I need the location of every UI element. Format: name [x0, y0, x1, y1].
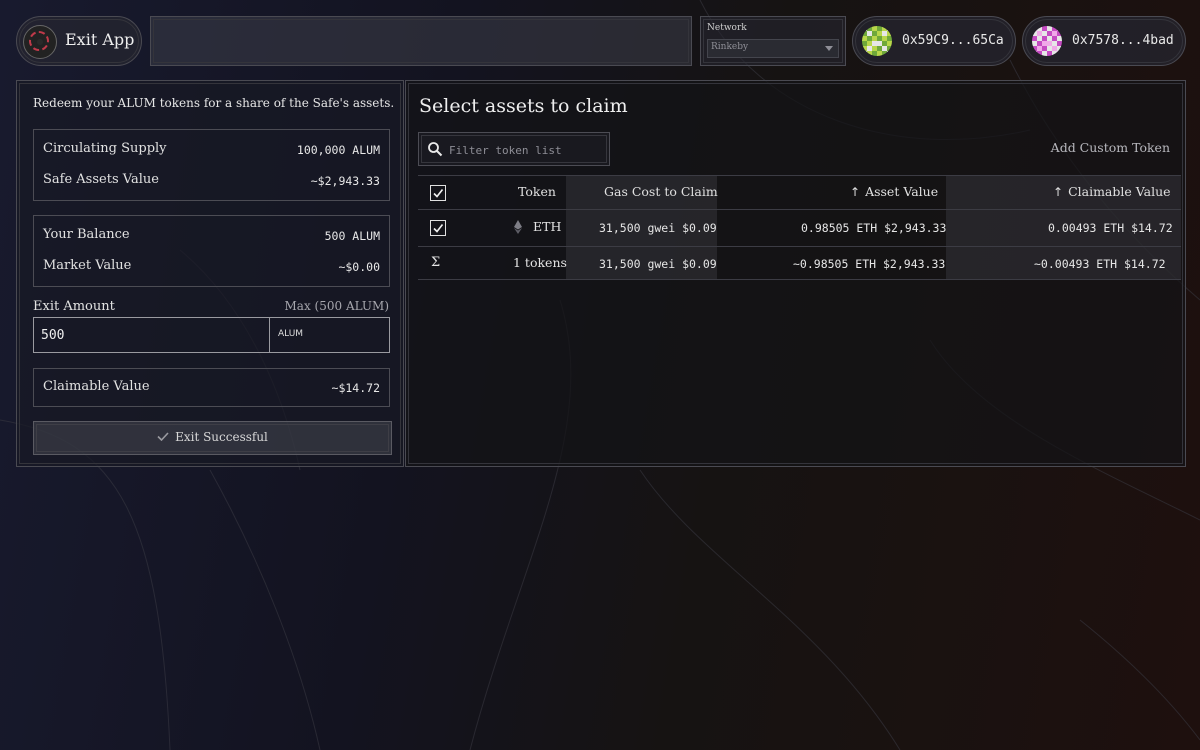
- add-custom-token-link[interactable]: Add Custom Token: [1051, 140, 1170, 155]
- token-filter: [418, 132, 610, 166]
- account-button-2[interactable]: 0x7578...4bad: [1022, 16, 1186, 66]
- gas-cost-value: 31,500 gwei $0.09: [599, 221, 717, 235]
- claimable-value-label: Claimable Value: [43, 379, 150, 394]
- claimable-value-box: Claimable Value ~$14.72: [33, 368, 390, 407]
- network-selector: Network Rinkeby: [700, 16, 846, 66]
- claimable-value-amount: ~$14.72: [331, 381, 380, 395]
- sum-icon: Σ: [431, 255, 441, 270]
- asset-value: 0.98505 ETH $2,943.33: [801, 221, 947, 235]
- total-asset-value: ~0.98505 ETH $2,943.33: [793, 257, 946, 271]
- chevron-down-icon: [825, 46, 833, 51]
- avatar-identicon-icon: [862, 26, 892, 56]
- asset-value-column-header: Asset Value: [865, 184, 939, 199]
- claimable-value-column-header: Claimable Value: [1068, 184, 1171, 199]
- exit-button-label: Exit Successful: [175, 430, 268, 444]
- account-button-1[interactable]: 0x59C9...65Ca: [852, 16, 1016, 66]
- checkmark-icon: [157, 432, 169, 441]
- claimable-value: 0.00493 ETH $14.72: [1048, 221, 1173, 235]
- redeem-intro-text: Redeem your ALUM tokens for a share of t…: [33, 96, 395, 110]
- safe-assets-label: Safe Assets Value: [43, 172, 159, 187]
- top-banner: [150, 16, 692, 66]
- filter-token-input[interactable]: [447, 139, 606, 161]
- claim-assets-panel: Select assets to claim Add Custom Token …: [405, 80, 1186, 467]
- market-value-label: Market Value: [43, 258, 132, 273]
- arrow-up-icon: ↑: [850, 185, 861, 199]
- safe-assets-value: ~$2,943.33: [310, 174, 380, 188]
- supply-summary-box: Circulating Supply 100,000 ALUM Safe Ass…: [33, 129, 390, 201]
- ethereum-icon: [514, 220, 522, 234]
- total-gas-cost: 31,500 gwei $0.09: [599, 257, 717, 271]
- claim-assets-title: Select assets to claim: [419, 95, 628, 117]
- network-label: Network: [707, 23, 747, 33]
- your-balance-value: 500 ALUM: [324, 229, 380, 243]
- checkmark-icon: [433, 189, 444, 198]
- circulating-supply-label: Circulating Supply: [43, 141, 167, 156]
- max-amount-link[interactable]: Max (500 ALUM): [285, 299, 389, 313]
- select-all-checkbox[interactable]: [430, 185, 446, 201]
- table-total-row: Σ 1 tokens 31,500 gwei $0.09 ~0.98505 ET…: [418, 247, 1181, 280]
- exit-amount-field: ALUM: [33, 317, 390, 353]
- exit-successful-button[interactable]: Exit Successful: [33, 421, 392, 455]
- checkmark-icon: [433, 224, 444, 233]
- circulating-supply-value: 100,000 ALUM: [296, 143, 380, 157]
- table-header-row: Token Gas Cost to Claim ↑ Asset Value ↑ Cl…: [418, 175, 1181, 210]
- balance-summary-box: Your Balance 500 ALUM Market Value ~$0.0…: [33, 215, 390, 287]
- arrow-up-icon: ↑: [1053, 185, 1064, 199]
- your-balance-label: Your Balance: [43, 227, 130, 242]
- exit-app-label: Exit App: [65, 30, 135, 49]
- table-row[interactable]: ETH 31,500 gwei $0.09 0.98505 ETH $2,943…: [418, 209, 1181, 247]
- row-select-checkbox[interactable]: [430, 220, 446, 236]
- token-column-header: Token: [518, 184, 556, 199]
- exit-amount-input[interactable]: [34, 318, 270, 352]
- gas-cost-column-header: Gas Cost to Claim: [604, 184, 718, 199]
- total-claimable-value: ~0.00493 ETH $14.72: [1034, 257, 1166, 271]
- network-dropdown[interactable]: Rinkeby: [707, 39, 839, 58]
- exit-amount-unit: ALUM: [278, 329, 304, 339]
- app-logo-icon: [23, 25, 57, 59]
- token-symbol: ETH: [533, 219, 562, 234]
- market-value-value: ~$0.00: [338, 260, 380, 274]
- total-token-count: 1 tokens: [513, 255, 567, 270]
- account-address: 0x59C9...65Ca: [902, 33, 1004, 48]
- network-selected-value: Rinkeby: [711, 42, 749, 52]
- search-icon: [428, 142, 443, 157]
- redeem-panel: Redeem your ALUM tokens for a share of t…: [16, 80, 404, 467]
- avatar-identicon-icon: [1032, 26, 1062, 56]
- exit-amount-label: Exit Amount: [33, 299, 115, 314]
- account-address: 0x7578...4bad: [1072, 33, 1174, 48]
- exit-app-button[interactable]: Exit App: [16, 16, 142, 66]
- asset-value-sort-header[interactable]: ↑ Asset Value: [850, 184, 938, 199]
- claimable-value-sort-header[interactable]: ↑ Claimable Value: [1053, 184, 1171, 199]
